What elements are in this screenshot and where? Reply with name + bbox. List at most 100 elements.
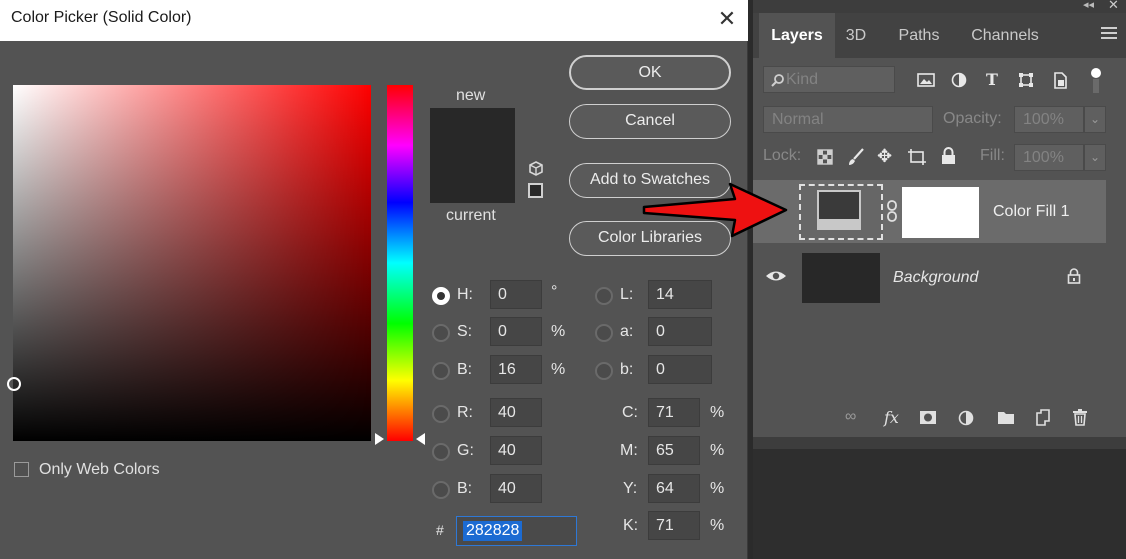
hue-slider[interactable] xyxy=(387,85,413,441)
new-adjustment-layer-icon[interactable] xyxy=(958,410,974,426)
hex-label: # xyxy=(436,522,444,538)
fill-field[interactable]: 100% xyxy=(1014,144,1084,171)
adjustment-filter-icon[interactable] xyxy=(951,72,967,88)
radio-a[interactable] xyxy=(595,324,613,342)
tab-layers[interactable]: Layers xyxy=(759,13,835,58)
lock-pixels-brush-icon[interactable] xyxy=(847,148,865,166)
monitor-icon xyxy=(817,190,861,230)
hue-slider-right-handle[interactable] xyxy=(416,433,425,445)
ok-button[interactable]: OK xyxy=(569,55,731,90)
search-icon xyxy=(771,74,784,87)
lock-artboard-icon[interactable] xyxy=(907,148,927,166)
black-unit: % xyxy=(710,517,725,534)
dialog-title: Color Picker (Solid Color) xyxy=(11,9,192,26)
web-safe-swatch-icon[interactable] xyxy=(528,183,543,198)
saturation-brightness-field[interactable] xyxy=(7,85,371,441)
cyan-label: C: xyxy=(622,404,638,421)
b-field[interactable]: 0 xyxy=(648,355,712,384)
background-thumbnail[interactable] xyxy=(802,253,880,303)
add-mask-icon[interactable] xyxy=(919,410,937,425)
radio-lightness[interactable] xyxy=(595,287,613,305)
current-color-swatch[interactable] xyxy=(430,156,515,203)
pixel-layer-filter-icon[interactable] xyxy=(917,72,935,88)
new-layer-icon[interactable] xyxy=(1035,409,1051,426)
layer-row-color-fill[interactable]: Color Fill 1 xyxy=(753,180,1106,243)
lock-all-icon[interactable] xyxy=(941,147,956,165)
eye-visibility-icon[interactable] xyxy=(765,267,787,285)
radio-green[interactable] xyxy=(432,443,450,461)
smart-object-filter-icon[interactable] xyxy=(1052,72,1068,89)
yellow-unit: % xyxy=(710,480,725,497)
panel-menu-icon[interactable] xyxy=(1101,27,1117,41)
close-icon[interactable]: ✕ xyxy=(714,6,740,32)
filter-kind-value: Kind xyxy=(786,71,819,88)
panel-divider xyxy=(753,437,1126,449)
hue-label: H: xyxy=(457,286,473,303)
lock-label: Lock: xyxy=(763,147,802,164)
radio-b[interactable] xyxy=(595,362,613,380)
lower-panel-area xyxy=(753,449,1126,559)
collapse-icon[interactable]: ◂◂ xyxy=(1083,0,1094,11)
red-label: R: xyxy=(457,404,473,421)
close-icon[interactable]: ✕ xyxy=(1108,0,1119,13)
chain-link-icon[interactable] xyxy=(886,200,898,222)
green-label: G: xyxy=(457,442,474,459)
only-web-colors-checkbox[interactable] xyxy=(14,462,29,477)
brightness-field[interactable]: 16 xyxy=(490,355,542,384)
brightness-unit: % xyxy=(551,361,566,378)
yellow-field[interactable]: 64 xyxy=(648,474,700,503)
hue-unit: ° xyxy=(551,283,558,300)
hue-field[interactable]: 0 xyxy=(490,280,542,309)
panel-tabbar: Layers 3D Paths Channels xyxy=(753,13,1126,58)
tab-3d[interactable]: 3D xyxy=(837,13,875,58)
radio-saturation[interactable] xyxy=(432,324,450,342)
radio-hue[interactable] xyxy=(432,287,450,305)
tab-paths[interactable]: Paths xyxy=(887,13,951,58)
layer-name[interactable]: Color Fill 1 xyxy=(993,203,1069,221)
black-field[interactable]: 71 xyxy=(648,511,700,540)
color-fill-thumbnail[interactable] xyxy=(799,184,883,240)
blue-field[interactable]: 40 xyxy=(490,474,542,503)
annotation-arrow-icon xyxy=(642,182,788,238)
cancel-button[interactable]: Cancel xyxy=(569,104,731,139)
out-of-gamut-cube-icon[interactable] xyxy=(527,160,545,178)
magenta-field[interactable]: 65 xyxy=(648,436,700,465)
layer-row-background[interactable]: Background xyxy=(753,245,1106,310)
lightness-label: L: xyxy=(620,286,634,303)
trash-icon[interactable] xyxy=(1072,409,1088,426)
type-filter-icon[interactable]: T xyxy=(986,70,998,89)
opacity-field[interactable]: 100% xyxy=(1014,106,1084,133)
radio-blue[interactable] xyxy=(432,481,450,499)
lock-position-move-icon[interactable]: ✥ xyxy=(877,146,892,167)
blend-mode-select[interactable]: Normal xyxy=(763,106,933,133)
a-label: a: xyxy=(620,323,634,340)
magenta-unit: % xyxy=(710,442,725,459)
shape-filter-icon[interactable] xyxy=(1018,72,1034,88)
link-layers-icon[interactable]: ∞ xyxy=(845,408,856,426)
layer-name[interactable]: Background xyxy=(893,269,978,287)
hex-input[interactable]: 282828 xyxy=(456,516,577,546)
lock-icon xyxy=(1067,268,1081,284)
a-field[interactable]: 0 xyxy=(648,317,712,346)
field-cursor[interactable] xyxy=(7,377,21,391)
radio-red[interactable] xyxy=(432,405,450,423)
filter-toggle-icon[interactable] xyxy=(1089,66,1103,94)
fx-layer-style-icon[interactable]: fx xyxy=(884,408,899,427)
red-field[interactable]: 40 xyxy=(490,398,542,427)
lightness-field[interactable]: 14 xyxy=(648,280,712,309)
hue-slider-left-handle[interactable] xyxy=(375,433,384,445)
layer-mask-thumbnail[interactable] xyxy=(902,187,979,238)
yellow-label: Y: xyxy=(623,480,638,497)
lock-transparency-icon[interactable] xyxy=(817,149,833,165)
green-field[interactable]: 40 xyxy=(490,436,542,465)
opacity-dropdown-icon[interactable]: ⌄ xyxy=(1084,106,1106,133)
tab-channels[interactable]: Channels xyxy=(959,13,1051,58)
saturation-field[interactable]: 0 xyxy=(490,317,542,346)
cyan-field[interactable]: 71 xyxy=(648,398,700,427)
opacity-label: Opacity: xyxy=(943,110,1002,127)
radio-brightness[interactable] xyxy=(432,362,450,380)
fill-dropdown-icon[interactable]: ⌄ xyxy=(1084,144,1106,171)
new-group-folder-icon[interactable] xyxy=(997,410,1015,425)
current-label: current xyxy=(446,207,496,224)
new-color-swatch xyxy=(430,108,515,156)
